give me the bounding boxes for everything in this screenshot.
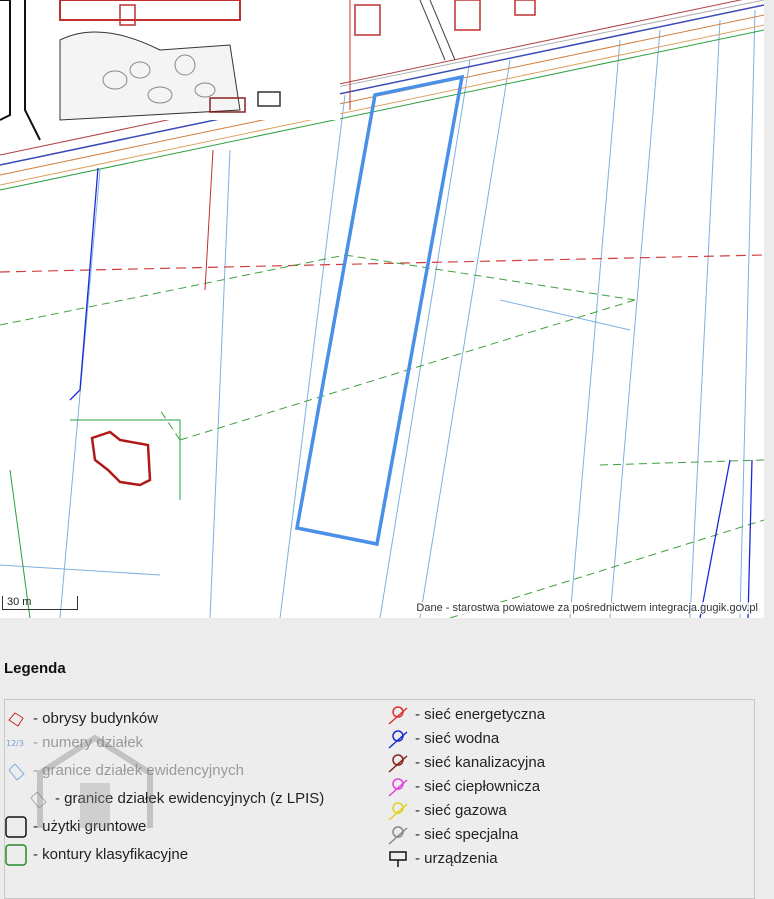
legend-item-classification-contours: - kontury klasyfikacyjne (5, 844, 188, 866)
green-lines (9, 419, 181, 618)
legend-title: Legenda (4, 660, 66, 677)
building-outline-icon (8, 712, 24, 727)
scale-bar: 30 m (2, 596, 78, 610)
lpis-boundary-icon (30, 791, 47, 809)
legend-item-sewer-network: - sieć kanalizacyjna (387, 752, 545, 774)
legend-box: - obrysy budynków 12/3 - numery działek … (4, 699, 755, 899)
power-network-icon (388, 706, 408, 725)
map-view[interactable]: 30 m Dane - starostwa powiatowe za pośre… (0, 0, 764, 618)
legend-item-heating-network: - sieć ciepłownicza (387, 776, 540, 798)
building-outline (90, 430, 152, 487)
legend-item-lpis-boundaries: - granice działek ewidencyjnych (z LPIS) (27, 788, 324, 810)
gas-network-icon (388, 802, 408, 821)
legend-item-land-use: - użytki gruntowe (5, 816, 146, 838)
parcel-boundary-icon (8, 763, 25, 781)
heating-network-icon (388, 778, 408, 797)
map-canvas (0, 0, 764, 618)
legend-item-parcel-boundaries: - granice działek ewidencyjnych (5, 760, 244, 782)
red-boundary-line (204, 149, 214, 291)
classification-contour-icon (5, 844, 27, 866)
land-use-icon (5, 816, 27, 838)
scale-label: 30 m (7, 596, 32, 608)
legend-item-building-outlines: - obrysy budynków (5, 708, 158, 730)
highlighted-parcel[interactable] (294, 74, 465, 547)
legend-item-gas-network: - sieć gazowa (387, 800, 507, 822)
water-network-icon (388, 730, 408, 749)
water-lines (69, 167, 753, 618)
special-network-icon (388, 826, 408, 845)
map-attribution: Dane - starostwa powiatowe za pośrednict… (414, 602, 760, 614)
legend-item-water-network: - sieć wodna (387, 728, 499, 750)
legend-item-special-network: - sieć specjalna (387, 824, 518, 846)
device-icon (389, 851, 407, 867)
red-dashed-line (0, 254, 764, 273)
svg-text:12/3: 12/3 (6, 739, 24, 748)
legend-item-power-network: - sieć energetyczna (387, 704, 545, 726)
parcel-number-icon: 12/3 (6, 739, 24, 748)
legend-item-devices: - urządzenia (387, 848, 498, 870)
sewer-network-icon (388, 754, 408, 773)
legend-item-parcel-numbers: 12/3 - numery działek (5, 732, 143, 754)
